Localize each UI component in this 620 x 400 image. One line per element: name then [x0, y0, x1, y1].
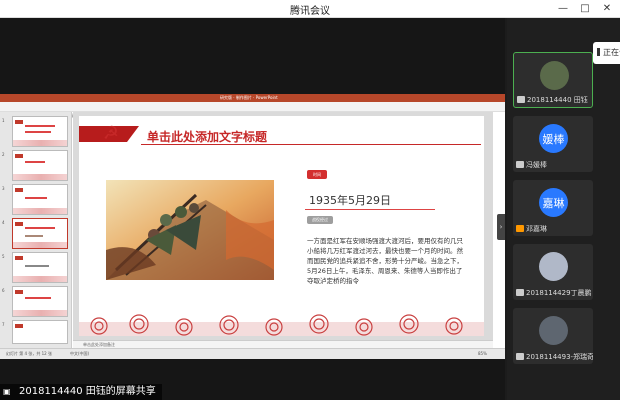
user-icon — [516, 225, 524, 232]
current-slide[interactable]: ☭ 单击此处添加文字标题 时间 1935年5月29日 战役经过 一方面是红军在安… — [79, 116, 484, 336]
mic-muted-icon — [516, 161, 524, 168]
participant-name: 2018114440 田钰 — [517, 95, 588, 105]
slide-thumbnail[interactable] — [12, 116, 68, 147]
date-rule — [305, 209, 435, 210]
slide-thumbnail[interactable] — [12, 286, 68, 317]
event-date: 1935年5月29日 — [309, 194, 391, 207]
time-tag: 时间 — [307, 170, 327, 179]
ppt-filename: 研究版 · 制作图片 · PowerPoint — [220, 95, 278, 100]
thumb-number: 6 — [2, 288, 5, 293]
slide-thumbnail[interactable] — [12, 184, 68, 215]
avatar — [539, 316, 568, 345]
thumb-number: 3 — [2, 186, 5, 191]
close-icon[interactable]: ✕ — [596, 0, 618, 18]
avatar: 媛棒 — [539, 124, 568, 153]
participant-tile[interactable]: 2018114440 田钰 — [513, 52, 593, 108]
screen-share-area: 研究版 · 制作图片 · PowerPoint 文件 开始 插入 设计 切换 动… — [0, 18, 505, 400]
participant-name: 冯媛棒 — [516, 160, 547, 170]
participant-tile[interactable]: 2018114493-郑瑞奇 — [513, 308, 593, 364]
panel-toggle-chevron-icon[interactable]: › — [497, 214, 505, 240]
participant-tile[interactable]: 嘉琳 邓嘉琳 — [513, 180, 593, 236]
title-bar: 腾讯会议 — □ ✕ — [0, 0, 620, 18]
slide-counter: 幻灯片 第 4 张，共 12 张 — [6, 351, 52, 356]
thumb-number: 2 — [2, 152, 5, 157]
slide-heading[interactable]: 单击此处添加文字标题 — [147, 128, 267, 145]
speaking-icon — [597, 48, 600, 56]
participant-name: 2018114493-郑瑞奇 — [516, 352, 593, 362]
powerpoint-window: 研究版 · 制作图片 · PowerPoint 文件 开始 插入 设计 切换 动… — [0, 94, 505, 359]
participant-panel: 2018114440 田钰 正在讲话 媛棒 冯媛棒 嘉琳 邓嘉琳 2018114… — [507, 18, 620, 400]
screen-icon — [517, 96, 525, 103]
slide-thumbnail[interactable] — [12, 252, 68, 283]
slide-thumbnail[interactable] — [12, 320, 68, 344]
slide-editor: ☭ 单击此处添加文字标题 时间 1935年5月29日 战役经过 一方面是红军在安… — [73, 112, 493, 340]
notes-pane[interactable]: 单击此处添加备注 — [73, 340, 493, 348]
thumb-number: 4 — [2, 220, 5, 225]
speaking-indicator: 正在讲话 — [593, 42, 620, 64]
slide-thumbnail-selected[interactable] — [12, 218, 68, 249]
slide-thumbnail-pane: 1 2 3 4 5 6 7 — [0, 112, 72, 348]
ppt-title-bar: 研究版 · 制作图片 · PowerPoint — [0, 94, 505, 102]
participant-tile[interactable]: 媛棒 冯媛棒 — [513, 116, 593, 172]
thumb-number: 7 — [2, 322, 5, 327]
language-status: 中文(中国) — [70, 351, 90, 356]
avatar — [539, 252, 568, 281]
participant-name: 2018114429丁晨鹏 — [516, 288, 592, 298]
thumb-number: 5 — [2, 254, 5, 259]
meeting-window: 腾讯会议 — □ ✕ 研究版 · 制作图片 · PowerPoint 文件 开始… — [0, 0, 620, 400]
zoom-level[interactable]: 85% — [478, 351, 487, 356]
cloud-decoration — [79, 314, 484, 336]
ppt-status-bar: 幻灯片 第 4 张，共 12 张 中文(中国) 85% — [0, 348, 505, 359]
screen-share-label: ▣ 2018114440 田钰的屏幕共享 — [0, 384, 162, 400]
mic-icon: ▣ — [3, 387, 11, 396]
mic-muted-icon — [516, 353, 524, 360]
event-tag: 战役经过 — [307, 216, 333, 224]
slide-thumbnail[interactable] — [12, 150, 68, 181]
share-label-text: 2018114440 田钰的屏幕共享 — [19, 386, 156, 397]
hammer-sickle-icon: ☭ — [102, 123, 120, 144]
ppt-ribbon: 文件 开始 插入 设计 切换 动画 幻灯片放映 审阅 视图 帮助 — [0, 102, 505, 118]
heading-rule — [141, 144, 481, 145]
mic-muted-icon — [516, 289, 524, 296]
thumb-number: 1 — [2, 118, 5, 123]
participant-name: 邓嘉琳 — [516, 224, 547, 234]
slide-body-text[interactable]: 一方面是红军在安顺场强渡大渡河后，要用仅有的几只小船将几万红军渡过河去，最快也要… — [307, 236, 467, 286]
painting-image — [106, 180, 274, 280]
window-title: 腾讯会议 — [290, 6, 330, 17]
minimize-icon[interactable]: — — [552, 0, 574, 18]
maximize-icon[interactable]: □ — [574, 0, 596, 18]
avatar — [540, 61, 569, 90]
avatar: 嘉琳 — [539, 188, 568, 217]
participant-tile[interactable]: 2018114429丁晨鹏 — [513, 244, 593, 300]
